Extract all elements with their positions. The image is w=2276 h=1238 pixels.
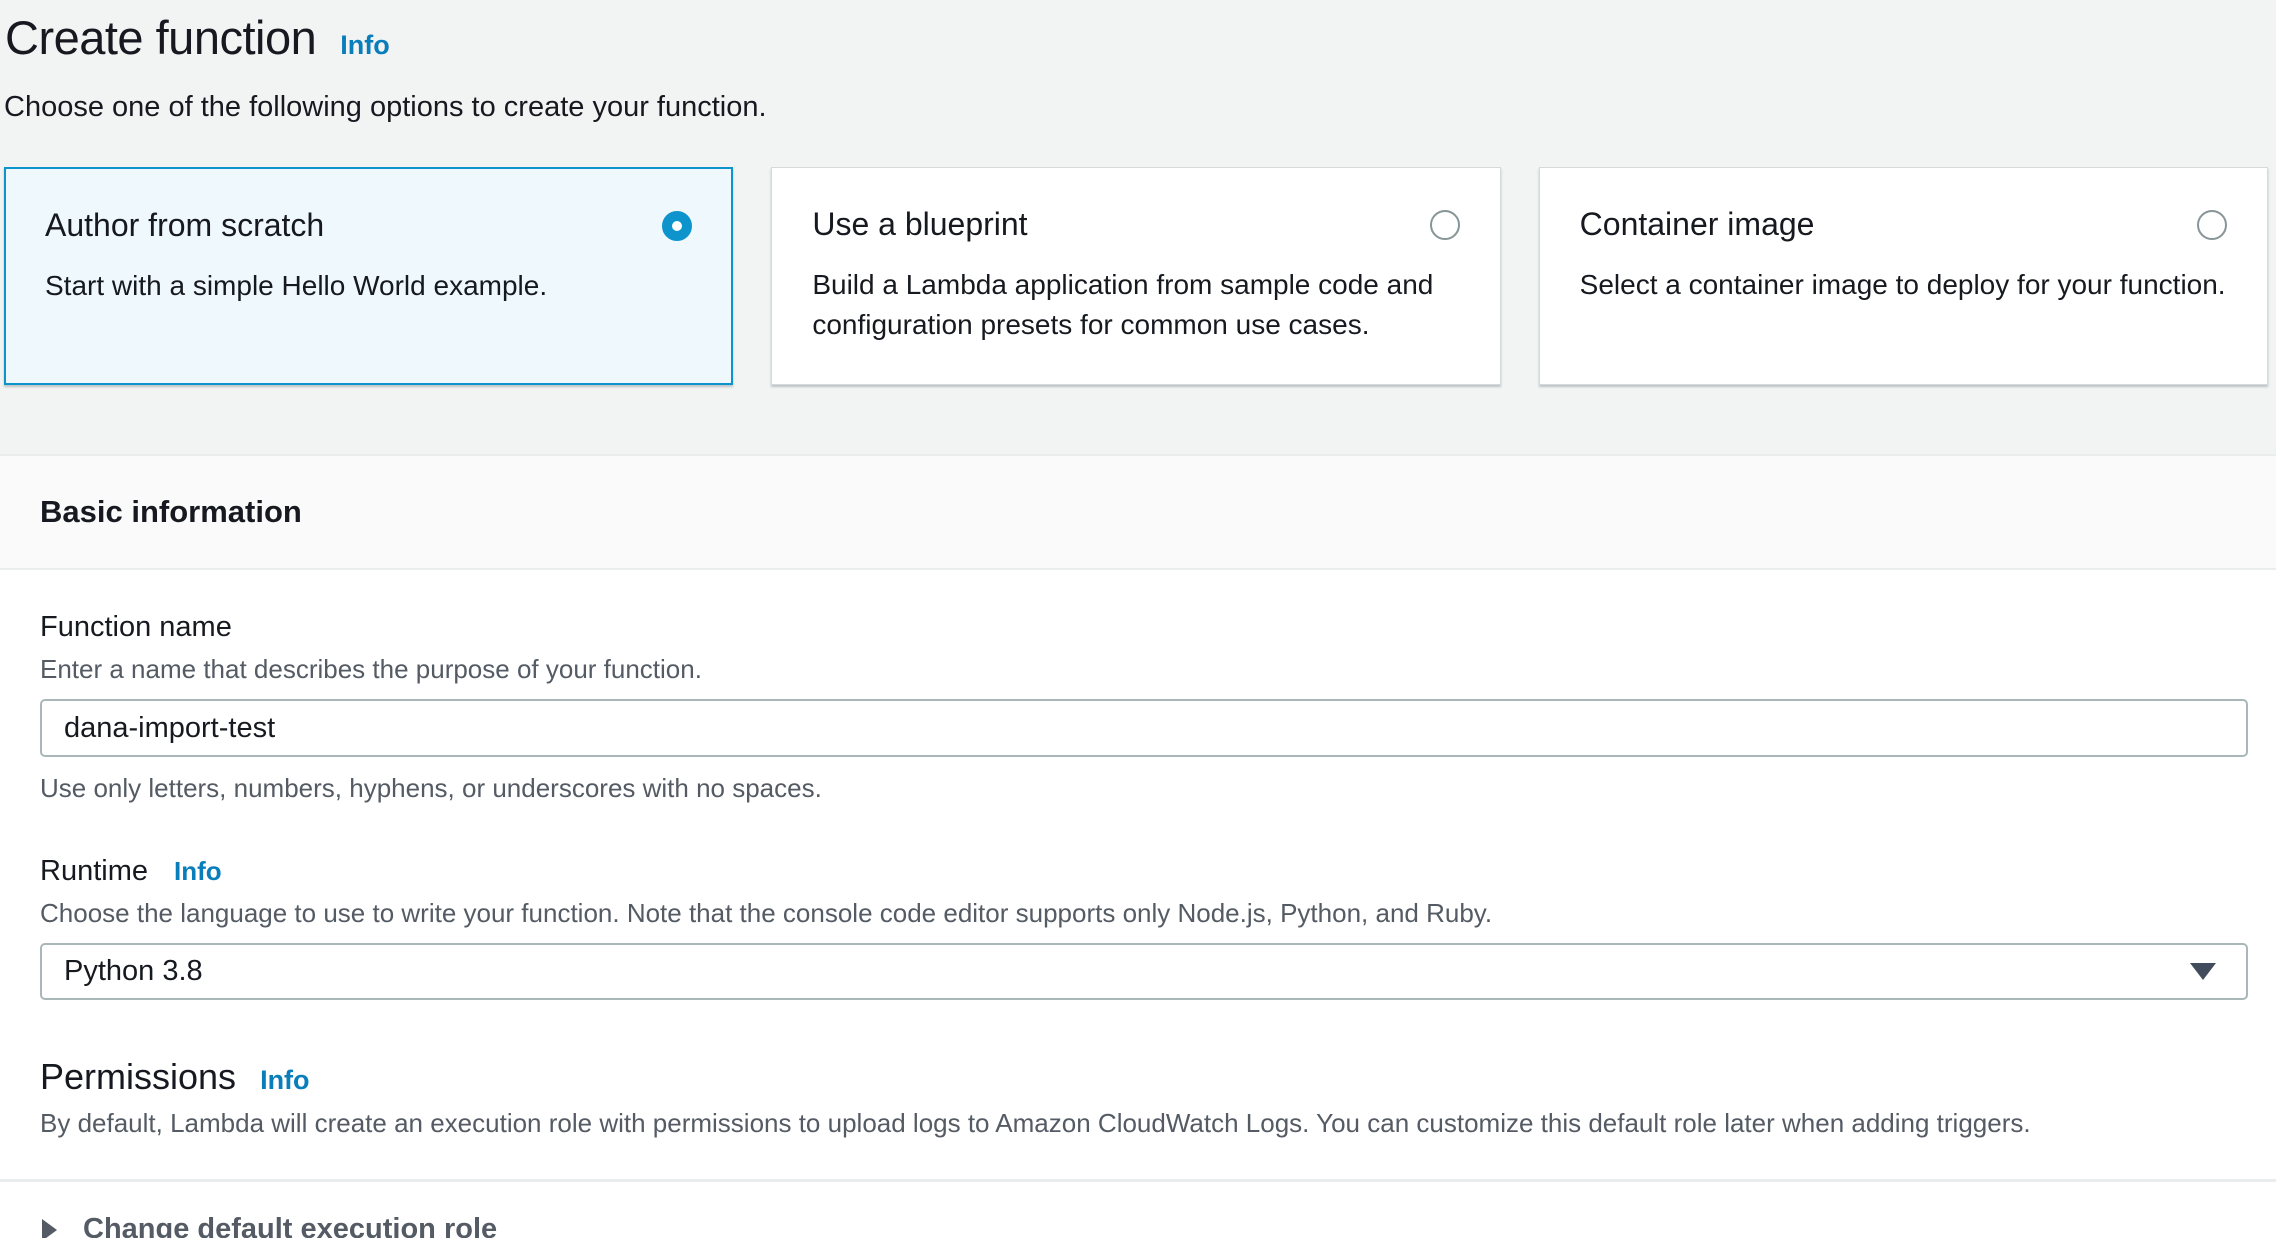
page-title-info-link[interactable]: Info bbox=[340, 30, 389, 61]
page-subtitle: Choose one of the following options to c… bbox=[4, 91, 2268, 124]
page-header: Create function Info bbox=[4, 10, 2268, 65]
tile-title-row: Use a blueprint bbox=[812, 168, 1459, 243]
expander-label: Change default execution role bbox=[83, 1213, 497, 1238]
tile-title: Author from scratch bbox=[45, 207, 324, 244]
change-default-execution-role-expander[interactable]: Change default execution role bbox=[0, 1182, 2276, 1238]
chevron-down-icon bbox=[2190, 963, 2216, 980]
creation-option-tiles: Author from scratch Start with a simple … bbox=[4, 167, 2268, 385]
tile-container-image[interactable]: Container image Select a container image… bbox=[1539, 167, 2268, 385]
radio-container-image[interactable] bbox=[2197, 210, 2227, 240]
tile-description: Select a container image to deploy for y… bbox=[1580, 265, 2227, 305]
tile-description: Start with a simple Hello World example. bbox=[45, 266, 692, 306]
radio-author-from-scratch[interactable] bbox=[662, 211, 692, 241]
runtime-info-link[interactable]: Info bbox=[174, 856, 222, 887]
permissions-info-link[interactable]: Info bbox=[260, 1065, 309, 1096]
caret-right-icon bbox=[42, 1219, 57, 1238]
runtime-label-row: Runtime Info bbox=[40, 854, 2248, 888]
runtime-select[interactable]: Python 3.8 bbox=[40, 943, 2248, 1000]
function-name-description: Enter a name that describes the purpose … bbox=[40, 654, 2248, 685]
tile-author-from-scratch[interactable]: Author from scratch Start with a simple … bbox=[4, 167, 733, 385]
runtime-label: Runtime bbox=[40, 854, 148, 888]
runtime-description: Choose the language to use to write your… bbox=[40, 898, 2248, 929]
function-name-label: Function name bbox=[40, 610, 2248, 644]
basic-information-heading: Basic information bbox=[40, 494, 302, 530]
permissions-description: By default, Lambda will create an execut… bbox=[40, 1108, 2248, 1139]
permissions-heading: Permissions bbox=[40, 1056, 236, 1098]
function-name-hint: Use only letters, numbers, hyphens, or u… bbox=[40, 773, 2248, 804]
tile-title: Container image bbox=[1580, 206, 1815, 243]
basic-information-form: Function name Enter a name that describe… bbox=[0, 570, 2276, 1179]
tile-title-row: Author from scratch bbox=[45, 169, 692, 244]
tile-description: Build a Lambda application from sample c… bbox=[812, 265, 1459, 345]
permissions-header: Permissions Info bbox=[40, 1056, 2248, 1098]
tile-use-a-blueprint[interactable]: Use a blueprint Build a Lambda applicati… bbox=[771, 167, 1500, 385]
function-name-input[interactable] bbox=[40, 699, 2248, 757]
radio-use-a-blueprint[interactable] bbox=[1430, 210, 1460, 240]
page-title: Create function bbox=[5, 10, 316, 65]
basic-information-header: Basic information bbox=[0, 454, 2276, 570]
tile-title-row: Container image bbox=[1580, 168, 2227, 243]
create-function-section: Create function Info Choose one of the f… bbox=[0, 0, 2276, 454]
runtime-select-value: Python 3.8 bbox=[64, 955, 203, 988]
tile-title: Use a blueprint bbox=[812, 206, 1027, 243]
